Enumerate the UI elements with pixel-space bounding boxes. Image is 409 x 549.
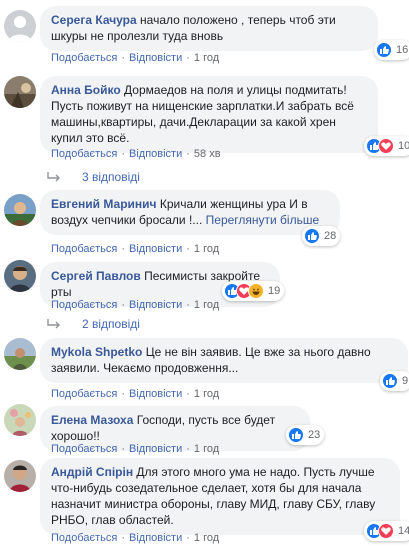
- avatar[interactable]: [4, 10, 36, 42]
- reply-button[interactable]: Відповісти: [129, 243, 182, 255]
- separator-dot: ·: [186, 243, 190, 255]
- reaction-count: 28: [324, 230, 337, 242]
- like-button[interactable]: Подобається: [51, 532, 117, 544]
- comment-bubble: Mykola Shpetko Це не він заявив. Це вже …: [40, 338, 408, 383]
- separator-dot: ·: [121, 443, 125, 455]
- comment-author[interactable]: Елена Мазоха: [51, 413, 133, 427]
- comment-bubble: Евгений Маринич Кричали женщины ура И в …: [40, 190, 340, 235]
- like-button[interactable]: Подобається: [51, 148, 117, 160]
- comment-actions: Подобається · Відповісти · 1 год: [51, 388, 219, 400]
- reaction-summary[interactable]: 23: [286, 425, 325, 445]
- comment-timestamp[interactable]: 1 год: [194, 443, 219, 455]
- separator-dot: ·: [121, 148, 125, 160]
- love-reaction-icon: [378, 523, 394, 539]
- comment-actions: Подобається · Відповісти · 58 хв: [51, 148, 221, 160]
- separator-dot: ·: [186, 299, 190, 311]
- like-reaction-icon: [376, 42, 392, 58]
- reaction-count: 9: [402, 375, 409, 387]
- reaction-count: 10: [398, 140, 409, 152]
- separator-dot: ·: [121, 52, 125, 64]
- separator-dot: ·: [186, 52, 190, 64]
- like-reaction-icon: [288, 427, 304, 443]
- like-button[interactable]: Подобається: [51, 443, 117, 455]
- comment-author[interactable]: Mykola Shpetko: [51, 345, 142, 359]
- reaction-summary[interactable]: 9: [380, 371, 409, 391]
- reaction-summary[interactable]: 16: [374, 40, 409, 60]
- love-reaction-icon: [378, 138, 394, 154]
- avatar[interactable]: [4, 76, 36, 108]
- separator-dot: ·: [186, 532, 190, 544]
- like-button[interactable]: Подобається: [51, 52, 117, 64]
- comment-author[interactable]: Сергей Павлов: [51, 269, 141, 283]
- reply-button[interactable]: Відповісти: [129, 532, 182, 544]
- like-button[interactable]: Подобається: [51, 388, 117, 400]
- like-reaction-icon: [304, 228, 320, 244]
- comment-actions: Подобається · Відповісти · 1 год: [51, 52, 219, 64]
- comment-actions: Подобається · Відповісти · 1 год: [51, 443, 219, 455]
- reaction-count: 23: [308, 429, 321, 441]
- separator-dot: ·: [121, 388, 125, 400]
- reply-arrow-icon: [47, 172, 60, 182]
- separator-dot: ·: [121, 243, 125, 255]
- like-button[interactable]: Подобається: [51, 243, 117, 255]
- separator-dot: ·: [186, 388, 190, 400]
- avatar[interactable]: [4, 460, 36, 492]
- comment-timestamp[interactable]: 1 год: [194, 299, 219, 311]
- comment-timestamp[interactable]: 1 год: [194, 532, 219, 544]
- reaction-summary[interactable]: 14: [364, 521, 409, 541]
- separator-dot: ·: [186, 148, 190, 160]
- comment-timestamp[interactable]: 1 год: [194, 52, 219, 64]
- reply-button[interactable]: Відповісти: [129, 148, 182, 160]
- reaction-summary[interactable]: 28: [302, 226, 341, 246]
- comment-bubble: Андрій Спірін Для этого много ума не над…: [40, 458, 400, 535]
- reaction-summary[interactable]: 19: [222, 281, 285, 301]
- like-reaction-icon: [382, 373, 398, 389]
- reply-button[interactable]: Відповісти: [129, 388, 182, 400]
- avatar[interactable]: [4, 404, 36, 436]
- comment-actions: Подобається · Відповісти · 1 год: [51, 299, 219, 311]
- view-replies-link[interactable]: 2 відповіді: [46, 317, 140, 331]
- separator-dot: ·: [186, 443, 190, 455]
- reply-button[interactable]: Відповісти: [129, 443, 182, 455]
- reply-arrow-icon: [47, 319, 60, 329]
- comment-bubble: Серега Качура начало положено , теперь ч…: [40, 6, 378, 51]
- see-more-link[interactable]: Переглянути більше: [206, 213, 320, 227]
- comment-author[interactable]: Серега Качура: [51, 13, 137, 27]
- reaction-summary[interactable]: 10: [364, 136, 409, 156]
- haha-reaction-icon: [248, 283, 264, 299]
- view-replies-link[interactable]: 3 відповіді: [46, 170, 140, 184]
- comment-timestamp[interactable]: 58 хв: [194, 148, 221, 160]
- avatar[interactable]: [4, 194, 36, 226]
- comment-actions: Подобається · Відповісти · 1 год: [51, 532, 219, 544]
- avatar[interactable]: [4, 338, 36, 370]
- reaction-count: 14: [398, 525, 409, 537]
- reply-button[interactable]: Відповісти: [129, 52, 182, 64]
- reply-button[interactable]: Відповісти: [129, 299, 182, 311]
- comment-actions: Подобається · Відповісти · 1 год: [51, 243, 219, 255]
- replies-count-label[interactable]: 2 відповіді: [82, 317, 140, 331]
- avatar[interactable]: [4, 260, 36, 292]
- comment-timestamp[interactable]: 1 год: [194, 388, 219, 400]
- reaction-count: 19: [268, 285, 281, 297]
- like-button[interactable]: Подобається: [51, 299, 117, 311]
- comment-timestamp[interactable]: 1 год: [194, 243, 219, 255]
- separator-dot: ·: [121, 299, 125, 311]
- separator-dot: ·: [121, 532, 125, 544]
- reaction-count: 16: [396, 44, 409, 56]
- replies-count-label[interactable]: 3 відповіді: [82, 170, 140, 184]
- comment-author[interactable]: Анна Бойко: [51, 83, 121, 97]
- comment-author[interactable]: Андрій Спірін: [51, 465, 133, 479]
- comment-author[interactable]: Евгений Маринич: [51, 197, 157, 211]
- comment-bubble: Анна Бойко Дормаедов на поля и улицы под…: [40, 76, 378, 153]
